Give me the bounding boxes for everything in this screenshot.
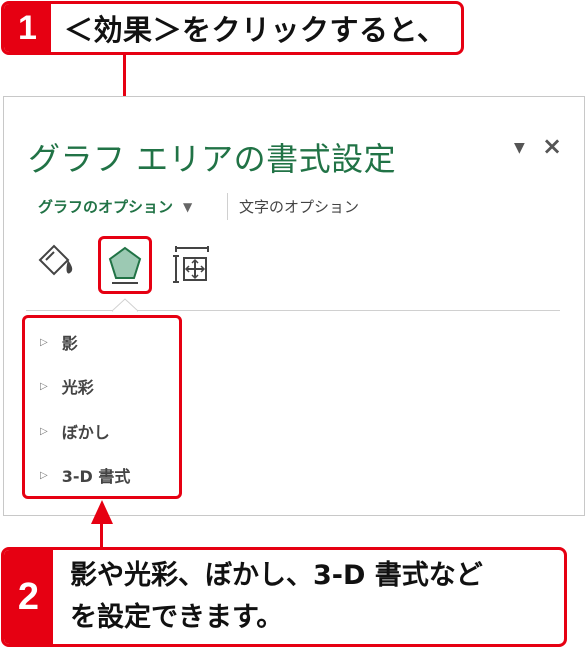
size-properties-icon[interactable] [172,244,212,284]
effects-icon[interactable] [107,245,143,285]
expand-icon: ▷ [40,425,48,437]
tab-separator [227,193,228,220]
close-icon[interactable]: × [542,132,562,160]
callout-step-2: 2 影や光彩、ぼかし、3-D 書式など を設定できます。 [1,547,567,647]
section-glow-label: 光彩 [61,378,94,397]
callout-2-line-2: を設定できます。 [70,602,284,633]
callout-2-text: 影や光彩、ぼかし、3-D 書式など を設定できます。 [70,550,558,644]
section-glow[interactable]: ▷ 光彩 [40,374,94,398]
section-soft-edges[interactable]: ▷ ぼかし [40,419,110,443]
section-soft-edges-label: ぼかし [61,423,110,442]
tab-text-options[interactable]: 文字のオプション [239,196,359,217]
selected-tab-pointer [112,298,138,312]
step-number-1: 1 [4,4,51,52]
callout-step-1: 1 ＜効果＞をクリックすると、 [1,1,464,55]
expand-icon: ▷ [40,336,48,348]
pane-options-icon[interactable]: ▼ [514,140,525,156]
pane-title: グラフ エリアの書式設定 [28,140,397,178]
section-3d-format-label: 3-D 書式 [61,467,131,486]
arrow-2-head [91,500,113,524]
callout-1-text: ＜効果＞をクリックすると、 [64,13,447,47]
tab-graph-options-label: グラフのオプション [38,198,174,216]
section-shadow[interactable]: ▷ 影 [40,330,78,354]
callout-2-line-1: 影や光彩、ぼかし、3-D 書式など [70,560,483,591]
section-shadow-label: 影 [61,334,78,353]
step-number-2: 2 [4,550,53,644]
expand-icon: ▷ [40,469,48,481]
fill-line-icon[interactable] [36,240,76,280]
pane-divider [26,310,560,311]
chevron-down-icon[interactable]: ▼ [183,200,192,214]
arrow-2-line [100,522,103,548]
tab-graph-options[interactable]: グラフのオプション ▼ [38,196,192,217]
section-3d-format[interactable]: ▷ 3-D 書式 [40,463,130,487]
expand-icon: ▷ [40,380,48,392]
